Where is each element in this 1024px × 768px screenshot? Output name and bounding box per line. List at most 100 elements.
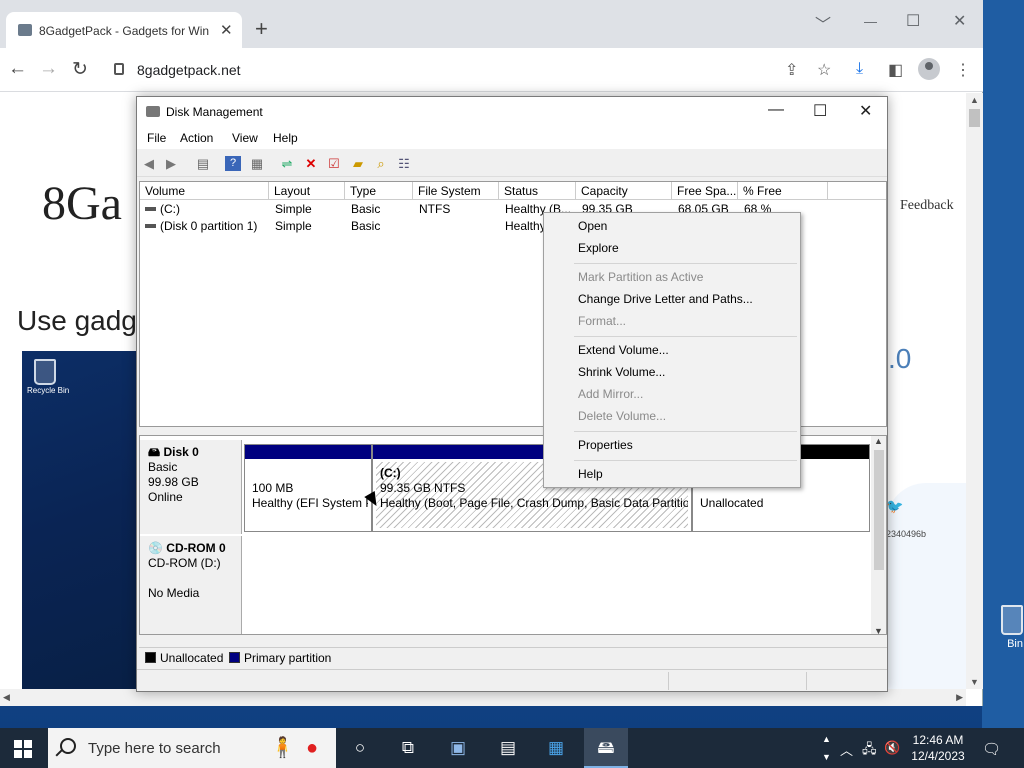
layout-cell: Simple bbox=[275, 202, 312, 216]
side-panel-icon[interactable]: ◧ bbox=[888, 60, 903, 80]
calendar-app-icon[interactable]: ▦ bbox=[544, 736, 568, 760]
forward-icon[interactable]: → bbox=[39, 58, 58, 80]
share-icon[interactable]: ⇪ bbox=[785, 60, 798, 80]
task-view-icon[interactable]: ⧉ bbox=[396, 736, 420, 760]
app-icon-2[interactable]: ▤ bbox=[496, 736, 520, 760]
back-icon[interactable]: ◀ bbox=[141, 156, 157, 171]
menu-view[interactable]: View bbox=[232, 131, 258, 145]
partition-body: 100 MB Healthy (EFI System P bbox=[252, 481, 368, 510]
start-button[interactable] bbox=[14, 740, 32, 758]
recycle-bin-icon bbox=[1001, 605, 1023, 635]
twitter-icon[interactable]: 🐦 bbox=[886, 498, 903, 515]
volume-cell: (Disk 0 partition 1) bbox=[140, 218, 269, 235]
taskbar-clock[interactable]: 12:46 AM 12/4/2023 bbox=[908, 732, 968, 764]
col-file-system[interactable]: File System bbox=[413, 182, 499, 200]
menu-item-change-drive-letter[interactable]: Change Drive Letter and Paths... bbox=[578, 289, 753, 309]
menu-item-properties[interactable]: Properties bbox=[578, 435, 633, 455]
gingerbread-icon[interactable]: 🧍 bbox=[270, 736, 295, 760]
windows-logo-icon bbox=[14, 740, 22, 748]
back-icon[interactable]: ← bbox=[8, 58, 27, 80]
col-percent-free[interactable]: % Free bbox=[738, 182, 828, 200]
profile-avatar[interactable] bbox=[918, 58, 940, 80]
help-icon[interactable]: ? bbox=[225, 156, 241, 171]
menu-item-format: Format... bbox=[578, 314, 627, 328]
close-window-icon[interactable]: ✕ bbox=[953, 11, 966, 31]
tray-scroll-icon[interactable]: ▲ ▼ bbox=[822, 730, 831, 766]
dm-menu-bar: File Action View Help bbox=[137, 127, 887, 149]
dm-minimize-icon[interactable]: — bbox=[768, 101, 784, 119]
cortana-icon[interactable]: ○ bbox=[348, 736, 372, 760]
graphical-view-scrollbar[interactable]: ▲ ▼ bbox=[871, 436, 886, 634]
red-circle-icon[interactable]: ● bbox=[300, 736, 324, 760]
col-free-space[interactable]: Free Spa... bbox=[672, 182, 738, 200]
clock-date: 12/4/2023 bbox=[911, 749, 965, 763]
disk-management-taskbar-icon[interactable]: 🖴 bbox=[584, 728, 628, 768]
show-hide-console-icon[interactable]: ▤ bbox=[195, 156, 211, 171]
cdrom-0-label[interactable]: 💿 CD-ROM 0 CD-ROM (D:) No Media bbox=[140, 536, 242, 634]
url-text: 8gadgetpack.net bbox=[137, 62, 241, 78]
efi-partition[interactable]: 100 MB Healthy (EFI System P bbox=[244, 444, 372, 532]
connect-icon[interactable]: ⇌ bbox=[279, 156, 295, 171]
menu-item-shrink-volume[interactable]: Shrink Volume... bbox=[578, 362, 665, 382]
col-status[interactable]: Status bbox=[499, 182, 576, 200]
tab-close-icon[interactable]: ✕ bbox=[220, 21, 233, 39]
menu-separator bbox=[574, 431, 797, 432]
partition-context-menu: Open Explore Mark Partition as Active Ch… bbox=[543, 212, 801, 488]
menu-item-open[interactable]: Open bbox=[578, 216, 607, 236]
address-bar[interactable]: 8gadgetpack.net bbox=[104, 54, 844, 86]
menu-file[interactable]: File bbox=[147, 131, 166, 145]
bookmark-star-icon[interactable]: ☆ bbox=[817, 60, 831, 80]
menu-item-delete-volume: Delete Volume... bbox=[578, 409, 667, 423]
menu-separator bbox=[574, 336, 797, 337]
dm-maximize-icon[interactable]: ☐ bbox=[813, 101, 827, 121]
hash-text: 2340496b bbox=[886, 529, 927, 539]
folder-up-icon[interactable]: ▰ bbox=[350, 156, 366, 171]
page-vertical-scrollbar[interactable]: ▲ ▼ bbox=[966, 93, 983, 689]
cdrom-0-row[interactable]: 💿 CD-ROM 0 CD-ROM (D:) No Media bbox=[140, 536, 870, 634]
scroll-thumb[interactable] bbox=[874, 450, 884, 570]
col-volume[interactable]: Volume bbox=[140, 182, 269, 200]
reload-icon[interactable]: ↻ bbox=[72, 58, 88, 81]
taskbar: Type here to search 🧍 ● ○ ⧉ ▣ ▤ ▦ 🖴 ▲ ▼ ︿… bbox=[0, 728, 1024, 768]
forward-icon[interactable]: ▶ bbox=[163, 156, 179, 171]
menu-kebab-icon[interactable]: ⋮ bbox=[955, 60, 971, 80]
page-subheading: Use gadg bbox=[17, 305, 137, 336]
download-icon[interactable]: ⤓ bbox=[856, 60, 863, 78]
minimize-icon[interactable]: — bbox=[864, 14, 877, 29]
notifications-icon[interactable]: 🗨 bbox=[982, 740, 1001, 758]
scroll-up-icon[interactable]: ▲ bbox=[970, 95, 979, 105]
tab-search-icon[interactable]: ﹀ bbox=[815, 11, 831, 35]
dm-close-icon[interactable]: ✕ bbox=[859, 101, 872, 121]
col-capacity[interactable]: Capacity bbox=[576, 182, 672, 200]
show-hidden-icons[interactable]: ︿ bbox=[840, 740, 853, 759]
legend: Unallocated Primary partition bbox=[139, 647, 887, 667]
new-tab-button[interactable]: + bbox=[255, 18, 268, 40]
search-folder-icon[interactable]: ⌕ bbox=[373, 156, 389, 171]
menu-item-explore[interactable]: Explore bbox=[578, 238, 619, 258]
app-icon-1[interactable]: ▣ bbox=[446, 736, 470, 760]
properties-icon[interactable]: ▦ bbox=[249, 156, 265, 171]
scroll-left-icon[interactable]: ◀ bbox=[3, 692, 10, 703]
restore-icon[interactable]: ☐ bbox=[906, 11, 920, 31]
scroll-up-icon[interactable]: ▲ bbox=[874, 436, 883, 446]
volume-icon[interactable]: 🔇 bbox=[884, 740, 900, 756]
menu-item-help[interactable]: Help bbox=[578, 464, 603, 484]
disk-0-label[interactable]: 🖴 Disk 0 Basic 99.98 GB Online bbox=[140, 440, 242, 534]
check-icon[interactable]: ☑ bbox=[326, 156, 342, 171]
feedback-link[interactable]: Feedback bbox=[900, 198, 954, 214]
dm-title-bar[interactable]: Disk Management — ☐ ✕ bbox=[137, 97, 887, 127]
scroll-down-icon[interactable]: ▼ bbox=[874, 626, 883, 634]
menu-action[interactable]: Action bbox=[180, 131, 213, 145]
menu-help[interactable]: Help bbox=[273, 131, 298, 145]
col-layout[interactable]: Layout bbox=[269, 182, 345, 200]
cdrom-media: No Media bbox=[148, 586, 200, 600]
menu-item-extend-volume[interactable]: Extend Volume... bbox=[578, 340, 669, 360]
network-icon[interactable]: 🖧 bbox=[862, 740, 877, 762]
list-view-icon[interactable]: ☷ bbox=[396, 156, 412, 171]
delete-icon[interactable]: ✕ bbox=[303, 156, 319, 171]
col-type[interactable]: Type bbox=[345, 182, 413, 200]
browser-tab[interactable]: 8GadgetPack - Gadgets for Win ✕ bbox=[6, 12, 242, 48]
scroll-right-icon[interactable]: ▶ bbox=[956, 692, 963, 703]
scroll-down-icon[interactable]: ▼ bbox=[970, 677, 979, 687]
scroll-thumb[interactable] bbox=[969, 109, 980, 127]
